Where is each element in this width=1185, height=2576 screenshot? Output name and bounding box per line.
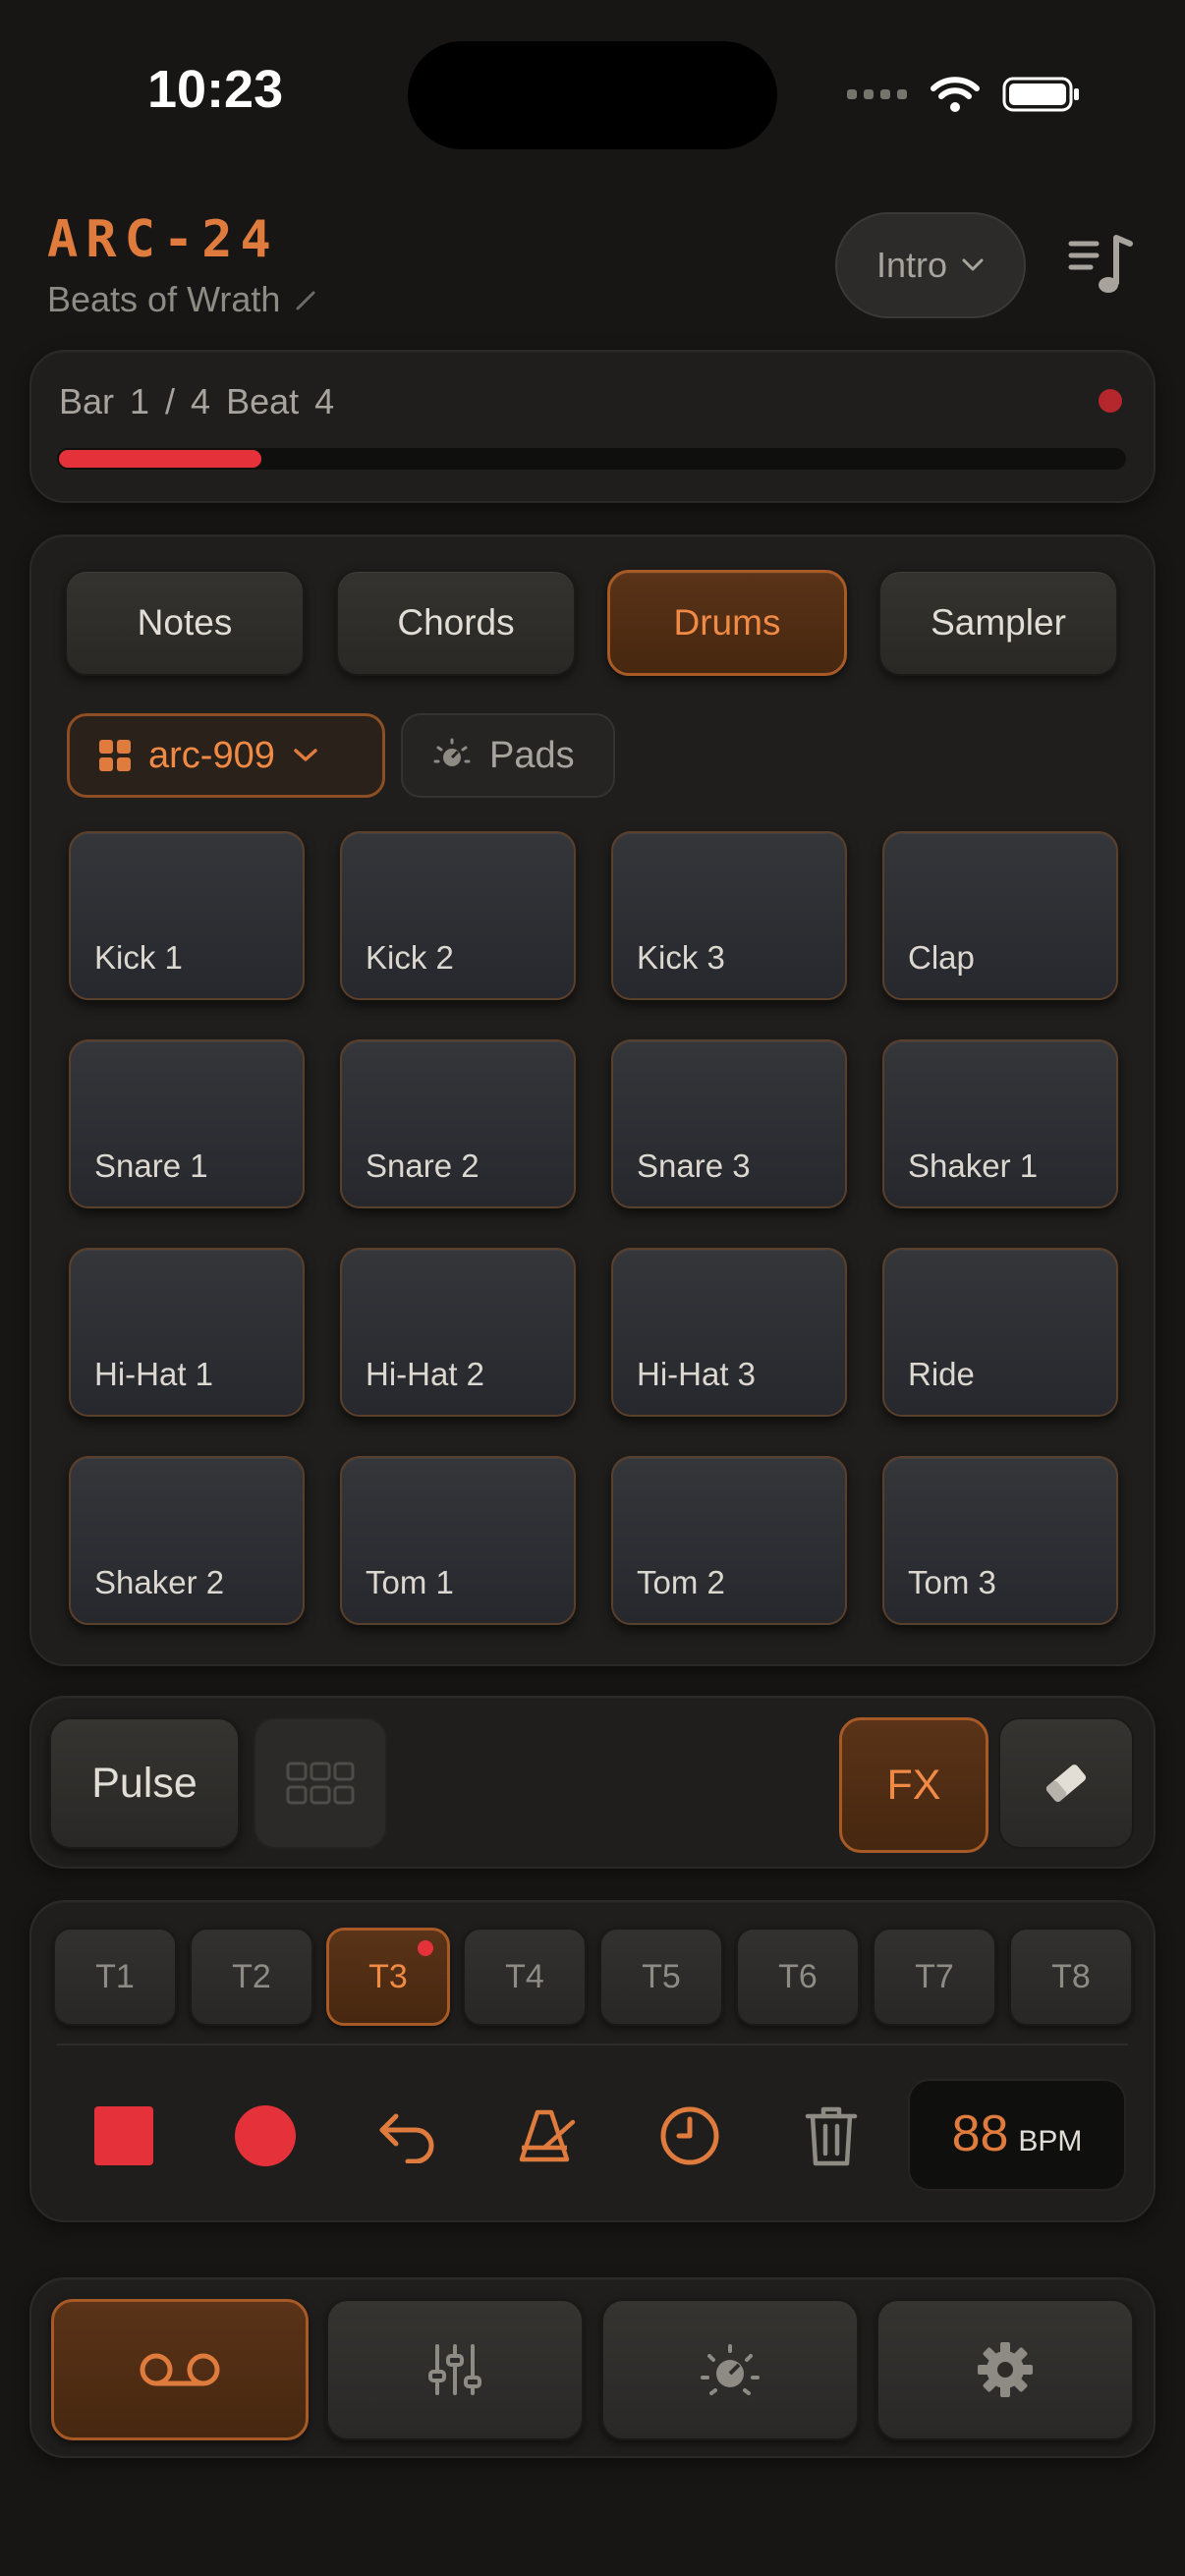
- knob-icon: [701, 2344, 760, 2395]
- drum-pad-tom-1[interactable]: Tom 1: [340, 1456, 576, 1625]
- tempo-unit: BPM: [1018, 2125, 1083, 2157]
- stop-icon: [94, 2106, 153, 2165]
- drum-pad-hihat-1[interactable]: Hi-Hat 1: [69, 1248, 305, 1417]
- grid-view-button[interactable]: [254, 1717, 387, 1849]
- tape-icon: [140, 2353, 220, 2386]
- drum-pad-shaker-1[interactable]: Shaker 1: [882, 1039, 1118, 1208]
- gear-icon: [978, 2342, 1033, 2397]
- tab-notes[interactable]: Notes: [65, 570, 305, 676]
- tab-sampler[interactable]: Sampler: [878, 570, 1118, 676]
- edit-pencil-icon[interactable]: [294, 287, 319, 312]
- track-label: T3: [368, 1957, 408, 1995]
- tempo-value: 88: [951, 2105, 1009, 2162]
- record-icon: [235, 2105, 296, 2166]
- track-button-t6[interactable]: T6: [736, 1928, 860, 2026]
- dynamic-island: [408, 41, 777, 149]
- playlist-music-icon[interactable]: [1067, 232, 1136, 301]
- track-record-dot: [418, 1940, 433, 1956]
- pads-view-toggle[interactable]: Pads: [401, 713, 615, 798]
- wifi-icon: [931, 77, 980, 112]
- status-icons: [847, 75, 1081, 114]
- app-title: ARC-24: [47, 210, 279, 269]
- panel-divider: [57, 2044, 1128, 2045]
- section-selector[interactable]: Intro: [835, 212, 1026, 318]
- pads-view-label: Pads: [489, 734, 575, 776]
- drum-pad-shaker-2[interactable]: Shaker 2: [69, 1456, 305, 1625]
- drum-kit-selector[interactable]: arc-909: [67, 713, 385, 798]
- knob-icon: [433, 738, 471, 766]
- metronome-icon: [519, 2109, 576, 2162]
- drum-pad-hihat-2[interactable]: Hi-Hat 2: [340, 1248, 576, 1417]
- track-button-t4[interactable]: T4: [463, 1928, 587, 2026]
- delete-button[interactable]: [794, 2099, 869, 2173]
- track-button-t5[interactable]: T5: [599, 1928, 723, 2026]
- drum-pad-snare-3[interactable]: Snare 3: [611, 1039, 847, 1208]
- track-button-t3[interactable]: T3: [326, 1928, 450, 2026]
- chevron-down-icon: [294, 749, 317, 761]
- tab-drums[interactable]: Drums: [607, 570, 847, 676]
- track-button-t2[interactable]: T2: [190, 1928, 313, 2026]
- drum-pad-kick-1[interactable]: Kick 1: [69, 831, 305, 1000]
- count-in-button[interactable]: [652, 2099, 727, 2173]
- battery-icon: [1002, 77, 1079, 112]
- clock-icon: [660, 2106, 719, 2165]
- drum-pad-hihat-3[interactable]: Hi-Hat 3: [611, 1248, 847, 1417]
- drum-kit-name: arc-909: [148, 734, 275, 776]
- nav-mixer[interactable]: [326, 2299, 584, 2440]
- track-button-t1[interactable]: T1: [53, 1928, 177, 2026]
- transport-card: [29, 350, 1156, 503]
- track-button-t8[interactable]: T8: [1009, 1928, 1133, 2026]
- undo-icon: [379, 2113, 434, 2163]
- bar-beat-position: Bar 1 / 4 Beat 4: [59, 381, 335, 421]
- section-label: Intro: [875, 245, 948, 285]
- stop-button[interactable]: [86, 2099, 161, 2173]
- fx-button[interactable]: FX: [839, 1717, 988, 1853]
- drum-pad-snare-2[interactable]: Snare 2: [340, 1039, 576, 1208]
- tempo-display[interactable]: 88 BPM: [908, 2079, 1126, 2191]
- signal-icon: [847, 89, 907, 99]
- drum-pad-kick-2[interactable]: Kick 2: [340, 831, 576, 1000]
- status-time: 10:23: [147, 60, 284, 119]
- record-button[interactable]: [228, 2099, 303, 2173]
- drum-pad-tom-2[interactable]: Tom 2: [611, 1456, 847, 1625]
- trash-icon: [805, 2106, 858, 2166]
- eraser-button[interactable]: [998, 1717, 1134, 1849]
- pulse-button[interactable]: Pulse: [49, 1717, 240, 1849]
- chevron-down-icon: [962, 258, 984, 271]
- nav-instrument[interactable]: [601, 2299, 859, 2440]
- grid-kit-icon: [99, 740, 131, 771]
- drum-pad-snare-1[interactable]: Snare 1: [69, 1039, 305, 1208]
- metronome-button[interactable]: [511, 2099, 586, 2173]
- undo-button[interactable]: [369, 2099, 444, 2173]
- drum-pad-ride[interactable]: Ride: [882, 1248, 1118, 1417]
- drum-pad-kick-3[interactable]: Kick 3: [611, 831, 847, 1000]
- drum-pad-tom-3[interactable]: Tom 3: [882, 1456, 1118, 1625]
- nav-recorder[interactable]: [51, 2299, 309, 2440]
- mixer-icon: [428, 2344, 481, 2395]
- song-progress-fill: [59, 450, 261, 468]
- tab-chords[interactable]: Chords: [336, 570, 576, 676]
- nav-settings[interactable]: [876, 2299, 1134, 2440]
- song-title-row[interactable]: Beats of Wrath: [47, 279, 319, 320]
- drum-pad-clap[interactable]: Clap: [882, 831, 1118, 1000]
- eraser-icon: [1045, 1764, 1087, 1802]
- song-title: Beats of Wrath: [47, 279, 281, 319]
- grid-icon: [286, 1762, 355, 1805]
- track-button-t7[interactable]: T7: [873, 1928, 996, 2026]
- record-indicator-dot: [1099, 389, 1122, 413]
